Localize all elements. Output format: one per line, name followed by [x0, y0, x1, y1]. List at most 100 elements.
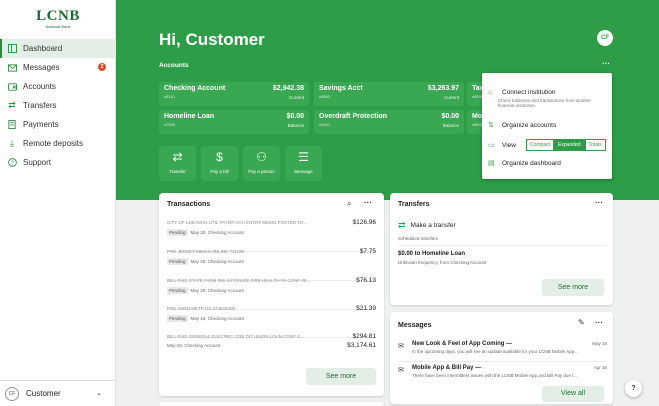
messages-count-badge: 2 — [98, 63, 106, 71]
sidebar-nav: Dashboard Messages 2 Accounts ⇄ Transfer… — [0, 39, 116, 172]
sidebar-item-support[interactable]: ? Support — [0, 153, 116, 172]
transaction-amount: $126.96 — [352, 219, 377, 226]
account-card-savings[interactable]: Savings Acct $3,263.97 x0000 Current — [314, 82, 464, 106]
chat-icon: ☰ — [298, 150, 309, 164]
quick-action-pay-person[interactable]: ⚇ Pay a person — [243, 146, 280, 181]
view-expanded-option[interactable]: Expanded — [554, 139, 585, 151]
sidebar-item-label: Payments — [23, 120, 59, 129]
user-menu[interactable]: CF Customer ⌄ — [0, 380, 116, 406]
view-compact-option[interactable]: Compact — [525, 139, 554, 151]
sidebar-item-messages[interactable]: Messages 2 — [0, 58, 116, 77]
account-card-checking[interactable]: Checking Account $2,942.38 x0110 Current — [159, 82, 309, 106]
more-icon[interactable]: ··· — [595, 318, 603, 327]
transactions-heading: Transactions — [167, 201, 211, 208]
brand-name: LCNB — [36, 8, 80, 24]
messages-view-all-button[interactable]: View all — [542, 386, 604, 402]
quick-action-transfer[interactable]: ⇄ Transfer — [159, 146, 196, 181]
transaction-meta: May 16, Checking Account — [190, 316, 244, 321]
compose-message-icon[interactable]: ✎ — [578, 318, 585, 327]
envelope-icon: ✉ — [398, 343, 404, 350]
transaction-amount: $7.75 — [359, 248, 376, 255]
message-preview: In the upcoming days, you will see an up… — [412, 349, 578, 354]
sidebar-item-label: Dashboard — [23, 44, 63, 53]
pending-badge: Pending — [167, 258, 188, 265]
account-balance: $2,942.38 — [272, 85, 304, 92]
account-name: Overdraft Protection — [319, 113, 388, 120]
svg-text:?: ? — [11, 161, 14, 167]
more-icon[interactable]: ··· — [364, 198, 372, 207]
help-button[interactable]: ? — [625, 380, 642, 397]
messages-heading: Messages — [398, 322, 432, 329]
sidebar-item-label: Messages — [23, 63, 60, 72]
quick-action-label: Pay a person — [248, 169, 275, 174]
sidebar-item-payments[interactable]: Payments — [0, 115, 116, 134]
sidebar-item-remote-deposits[interactable]: ⤓ Remote deposits — [0, 134, 116, 153]
quick-action-label: Message — [294, 169, 313, 174]
account-balance-type: Balance — [287, 123, 304, 128]
transaction-description: BILL PAID STATE FARM INS AUTO/LIFE FIRE … — [167, 278, 311, 283]
more-icon[interactable]: ··· — [595, 198, 603, 207]
make-transfer-link[interactable]: ⇄ Make a transfer — [398, 220, 456, 231]
sidebar-item-accounts[interactable]: Accounts — [0, 77, 116, 96]
dashboard-icon — [7, 44, 17, 54]
quick-action-label: Pay a bill — [210, 169, 229, 174]
transaction-amount: $294.81 — [352, 333, 377, 340]
transaction-meta: May 20, Checking Account — [190, 230, 244, 235]
message-date: Apr 16 — [593, 365, 607, 370]
avatar: CF — [5, 386, 19, 401]
sidebar: LCNB National Bank Dashboard Messages 2 … — [0, 0, 116, 406]
account-card-homeline-loan[interactable]: Homeline Loan $0.00 x7000 Balance — [159, 110, 309, 134]
brand-tagline: National Bank — [45, 24, 71, 29]
accounts-more-icon[interactable]: ··· — [602, 59, 610, 68]
divider — [398, 245, 605, 246]
quick-action-pay-bill[interactable]: $ Pay a bill — [201, 146, 238, 181]
transaction-row[interactable]: BILL PAID GENERAL ELECTRIC CRE DIT UNION… — [167, 332, 376, 366]
deposit-icon: ⤓ — [10, 138, 14, 148]
brand-logo[interactable]: LCNB National Bank — [28, 8, 88, 30]
connect-institution-item[interactable]: ⌂ Connect institution — [488, 89, 555, 96]
message-row[interactable]: ✉ Mobile App & Bill Pay — Apr 16 There h… — [398, 363, 607, 388]
organize-accounts-item[interactable]: ⇅ Organize accounts — [488, 121, 556, 130]
transaction-meta: May 20, Checking Account — [190, 259, 244, 264]
transfers-card: Transfers ··· ⇄ Make a transfer Schedule… — [390, 193, 613, 305]
quick-action-label: Transfer — [169, 169, 186, 174]
make-transfer-label: Make a transfer — [410, 222, 456, 229]
wallet-icon — [7, 82, 17, 92]
organize-dashboard-label: Organize dashboard — [502, 159, 561, 167]
quick-action-message[interactable]: ☰ Message — [285, 146, 322, 181]
transfers-see-more-button[interactable]: See more — [542, 279, 604, 296]
message-title: Mobile App & Bill Pay — — [412, 365, 482, 371]
view-segmented-control: Compact Expanded Totals — [525, 139, 606, 151]
view-totals-option[interactable]: Totals — [584, 139, 606, 151]
user-name: Customer — [26, 389, 61, 398]
view-label: View — [502, 141, 516, 149]
pending-badge: Pending — [167, 287, 188, 294]
accounts-options-menu: ⌂ Connect institution Check balances and… — [482, 73, 612, 179]
view-icon: ▭ — [488, 142, 495, 149]
scheduled-transfer-details: Unknown frequency, from Checking Account — [398, 260, 487, 265]
transactions-see-more-button[interactable]: See more — [306, 368, 376, 385]
transfers-heading: Transfers — [398, 201, 430, 208]
account-number: x0000 — [472, 122, 483, 127]
account-number: x0110 — [319, 122, 330, 127]
receipt-icon — [7, 120, 17, 130]
profile-avatar[interactable]: CF — [597, 30, 613, 46]
sidebar-item-dashboard[interactable]: Dashboard — [0, 39, 116, 58]
message-date: May 15 — [592, 341, 607, 346]
pending-badge: Pending — [167, 229, 188, 236]
account-card-overdraft[interactable]: Overdraft Protection $0.00 x0110 Balance — [314, 110, 464, 134]
transaction-amount: $21.39 — [356, 305, 376, 312]
organize-dashboard-item[interactable]: ▤ Organize dashboard — [488, 159, 561, 168]
account-number: x0110 — [164, 94, 175, 99]
view-options-row: ▭ View Compact Expanded Totals — [488, 139, 606, 151]
account-balance-type: Balance — [442, 123, 459, 128]
sidebar-item-label: Remote deposits — [23, 139, 84, 148]
search-icon[interactable]: ⌕ — [347, 199, 351, 209]
transaction-description: PRE JERSEY MIKES ONLINE 721082 — [167, 249, 245, 254]
account-number: x7000 — [164, 122, 175, 127]
connect-institution-label: Connect institution — [502, 89, 556, 96]
transfer-icon: ⇄ — [8, 100, 16, 110]
bank-icon: ⌂ — [488, 89, 493, 96]
sidebar-item-transfers[interactable]: ⇄ Transfers — [0, 96, 116, 115]
scheduled-transfer-title[interactable]: $0.00 to Homeline Loan — [398, 251, 465, 257]
